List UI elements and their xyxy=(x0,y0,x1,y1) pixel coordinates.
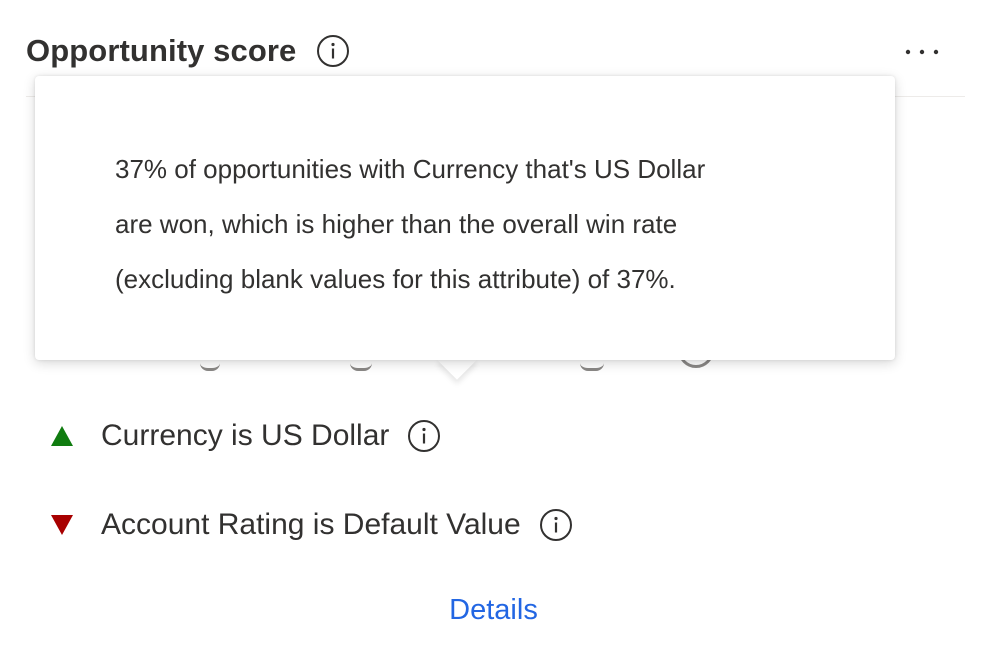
triangle-down-icon xyxy=(48,511,76,539)
info-icon[interactable] xyxy=(407,419,441,453)
card-header: Opportunity score xyxy=(26,26,350,76)
tooltip-text: 37% of opportunities with Currency that'… xyxy=(115,142,815,307)
tooltip-line: are won, which is higher than the overal… xyxy=(115,209,678,239)
factor-row-currency: Currency is US Dollar xyxy=(48,414,441,458)
info-icon[interactable] xyxy=(316,34,350,68)
details-link-container: Details xyxy=(0,594,987,627)
factor-row-account-rating: Account Rating is Default Value xyxy=(48,503,573,547)
factor-label: Account Rating is Default Value xyxy=(101,508,521,541)
info-tooltip: 37% of opportunities with Currency that'… xyxy=(35,76,895,360)
opportunity-score-card: Opportunity score Currency is US Dollar … xyxy=(0,0,987,657)
details-link[interactable]: Details xyxy=(449,594,538,626)
factor-label: Currency is US Dollar xyxy=(101,419,390,452)
tooltip-line: 37% of opportunities with Currency that'… xyxy=(115,154,706,184)
more-options-button[interactable] xyxy=(897,30,947,74)
tooltip-line: (excluding blank values for this attribu… xyxy=(115,264,676,294)
triangle-up-icon xyxy=(48,422,76,450)
info-icon[interactable] xyxy=(539,508,573,542)
more-horizontal-icon xyxy=(905,49,939,55)
card-title: Opportunity score xyxy=(26,33,297,68)
